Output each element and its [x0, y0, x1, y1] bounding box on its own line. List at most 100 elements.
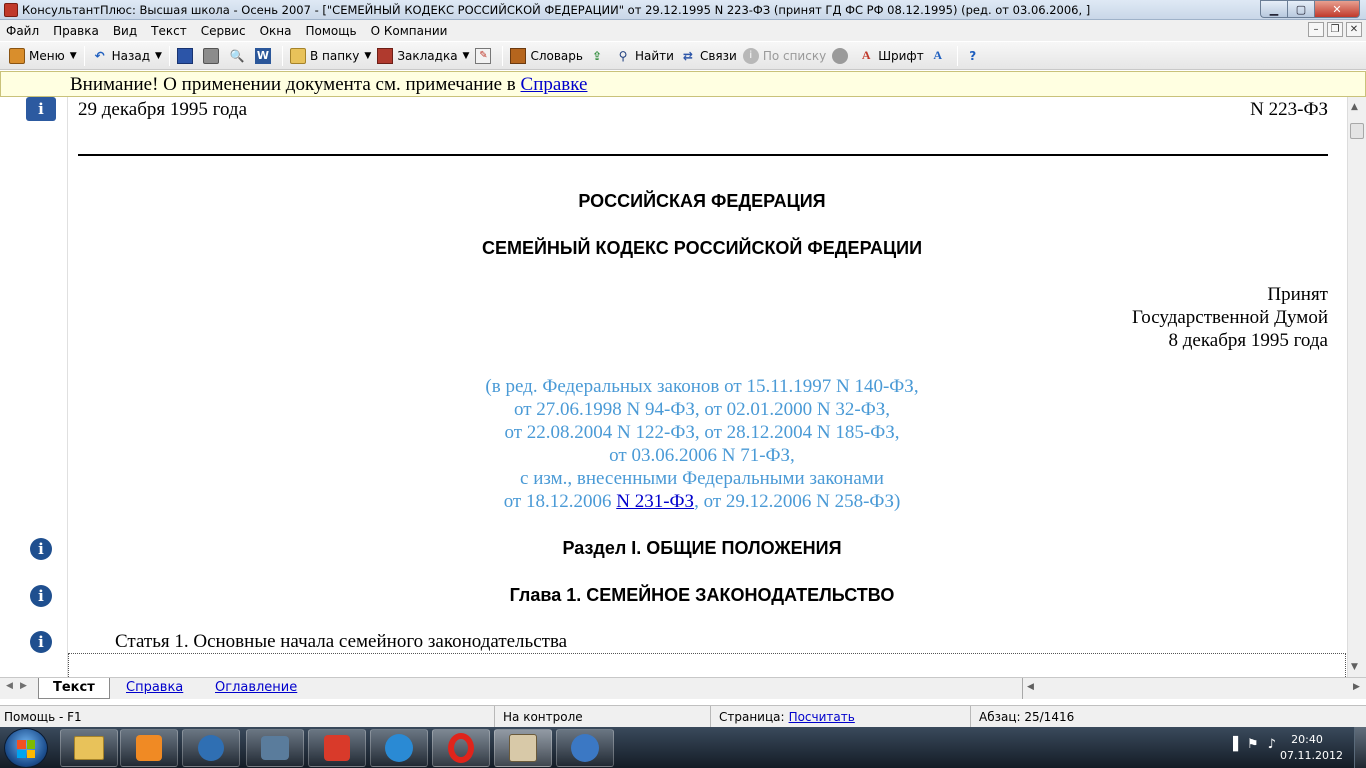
- dictionary-button[interactable]: Словарь: [507, 45, 586, 67]
- tab-scroll-left-icon[interactable]: ◀: [6, 681, 13, 691]
- info-icon[interactable]: i: [26, 97, 56, 121]
- menu-service[interactable]: Сервис: [194, 24, 253, 38]
- count-pages-link[interactable]: Посчитать: [789, 710, 855, 724]
- tab-text[interactable]: Текст: [38, 678, 110, 699]
- tab-help[interactable]: Справка: [112, 678, 197, 699]
- doc-restore-button[interactable]: ❐: [1327, 22, 1343, 37]
- taskbar-opera[interactable]: [432, 729, 490, 767]
- taskbar-clock[interactable]: 20:40 07.11.2012: [1280, 732, 1343, 764]
- amendment-line: (в ред. Федеральных законов от 15.11.199…: [485, 376, 919, 397]
- document-info-button[interactable]: ✎: [472, 45, 498, 67]
- tab-scroll-right-icon[interactable]: ▶: [20, 681, 27, 691]
- horizontal-scrollbar[interactable]: ◀ ▶: [1022, 678, 1366, 699]
- amendment-line: от 03.06.2006 N 71-ФЗ,: [609, 445, 795, 466]
- status-paragraph: Абзац: 25/1416: [970, 706, 1366, 728]
- taskbar-app-red[interactable]: [308, 729, 366, 767]
- export-word-button[interactable]: W: [252, 45, 278, 67]
- help-question-icon: ?: [969, 48, 977, 63]
- maximize-button[interactable]: ▢: [1287, 0, 1314, 18]
- menu-view[interactable]: Вид: [106, 24, 144, 38]
- status-page: Страница: Посчитать: [710, 706, 970, 728]
- doc-close-button[interactable]: ✕: [1346, 22, 1362, 37]
- network-icon[interactable]: ▐: [1228, 737, 1238, 752]
- header-divider: [78, 154, 1328, 156]
- info-icon[interactable]: i: [30, 538, 52, 560]
- back-arrow-icon: ↶: [94, 48, 105, 63]
- toolbar-separator: [502, 45, 504, 66]
- find-button[interactable]: ⚲ Найти: [612, 45, 677, 67]
- menu-file[interactable]: Файл: [0, 24, 46, 38]
- taskbar-consultant-plus[interactable]: [494, 729, 552, 767]
- context-help-button[interactable]: ?: [962, 45, 988, 67]
- links-button[interactable]: ⇄ Связи: [677, 45, 740, 67]
- clock-date: 07.11.2012: [1280, 749, 1343, 762]
- toolbar-separator: [83, 45, 85, 66]
- close-button[interactable]: ✕: [1314, 0, 1360, 18]
- scroll-left-arrow[interactable]: ◀: [1027, 682, 1034, 692]
- adopted-line: 8 декабря 1995 года: [1168, 330, 1328, 351]
- menu-icon: [9, 47, 25, 64]
- window-controls: ▁ ▢ ✕: [1260, 0, 1360, 18]
- article-heading[interactable]: Статья 1. Основные начала семейного зако…: [115, 631, 567, 653]
- preview-button[interactable]: 🔍: [226, 45, 252, 67]
- tab-contents[interactable]: Оглавление: [201, 678, 311, 699]
- internet-explorer-icon: [385, 734, 413, 762]
- volume-icon[interactable]: ♪: [1268, 737, 1276, 752]
- document-bottom-frame: [68, 653, 1346, 677]
- flag-icon[interactable]: ⚑: [1247, 737, 1259, 752]
- folder-icon: [289, 47, 306, 64]
- info-icon[interactable]: i: [30, 585, 52, 607]
- notice-help-link[interactable]: Справке: [521, 74, 588, 95]
- show-desktop-button[interactable]: [1354, 727, 1366, 768]
- menu-text[interactable]: Текст: [144, 24, 194, 38]
- export-icon: ⇪: [591, 48, 603, 63]
- taskbar-explorer[interactable]: [60, 729, 118, 767]
- document-window-controls: – ❐ ✕: [1308, 22, 1362, 37]
- kmplayer-icon: [261, 736, 289, 760]
- amendment-line: от 22.08.2004 N 122-ФЗ, от 28.12.2004 N …: [504, 422, 900, 443]
- to-folder-button[interactable]: В папку ▼: [287, 45, 374, 67]
- by-list-button[interactable]: i По списку: [740, 45, 829, 67]
- scroll-down-arrow[interactable]: ▼: [1351, 662, 1358, 672]
- taskbar-app-pen[interactable]: [182, 729, 240, 767]
- doc-minimize-button[interactable]: –: [1308, 22, 1324, 37]
- menu-about[interactable]: О Компании: [364, 24, 455, 38]
- toolbar-separator: [956, 45, 958, 66]
- menu-windows[interactable]: Окна: [253, 24, 299, 38]
- stop-button[interactable]: [829, 45, 855, 67]
- links-icon: ⇄: [682, 48, 693, 63]
- save-button[interactable]: [174, 45, 200, 67]
- export-button[interactable]: ⇪: [586, 45, 612, 67]
- amendment-line: с изм., внесенными Федеральными законами: [520, 468, 884, 489]
- preview-icon: 🔍: [229, 48, 245, 63]
- app-red-icon: [324, 735, 350, 761]
- word-icon: W: [254, 47, 271, 64]
- font-color-button[interactable]: A: [927, 45, 953, 67]
- taskbar-kmplayer[interactable]: [246, 729, 304, 767]
- window-titlebar: КонсультантПлюс: Высшая школа - Осень 20…: [0, 0, 1366, 20]
- minimize-button[interactable]: ▁: [1260, 0, 1287, 18]
- document-text-area[interactable]: 29 декабря 1995 года N 223-ФЗ РОССИЙСКАЯ…: [68, 97, 1346, 653]
- start-button[interactable]: [4, 728, 48, 768]
- scroll-right-arrow[interactable]: ▶: [1353, 682, 1360, 692]
- taskbar-media-player[interactable]: [120, 729, 178, 767]
- info-icon[interactable]: i: [30, 631, 52, 653]
- back-button[interactable]: ↶ Назад ▼: [89, 45, 165, 67]
- vertical-scrollbar[interactable]: ▲ ▼: [1347, 97, 1366, 677]
- amendment-law-link[interactable]: N 231-ФЗ: [616, 491, 694, 512]
- menu-help[interactable]: Помощь: [298, 24, 363, 38]
- scroll-up-arrow[interactable]: ▲: [1351, 102, 1358, 112]
- menu-button[interactable]: Меню ▼: [6, 45, 80, 67]
- chapter-heading: Глава 1. СЕМЕЙНОЕ ЗАКОНОДАТЕЛЬСТВО: [509, 585, 895, 605]
- print-button[interactable]: [200, 45, 226, 67]
- taskbar-internet-explorer[interactable]: [370, 729, 428, 767]
- document-date: 29 декабря 1995 года: [78, 99, 248, 120]
- chevron-down-icon: ▼: [462, 50, 470, 61]
- system-tray: ▐ ⚑ ♪: [1228, 737, 1276, 752]
- scroll-thumb[interactable]: [1350, 123, 1364, 139]
- bookmark-button[interactable]: Закладка ▼: [374, 45, 472, 67]
- menu-edit[interactable]: Правка: [46, 24, 106, 38]
- font-button[interactable]: A Шрифт: [855, 45, 927, 67]
- taskbar-app-blue[interactable]: [556, 729, 614, 767]
- adopted-line: Принят: [1267, 284, 1328, 305]
